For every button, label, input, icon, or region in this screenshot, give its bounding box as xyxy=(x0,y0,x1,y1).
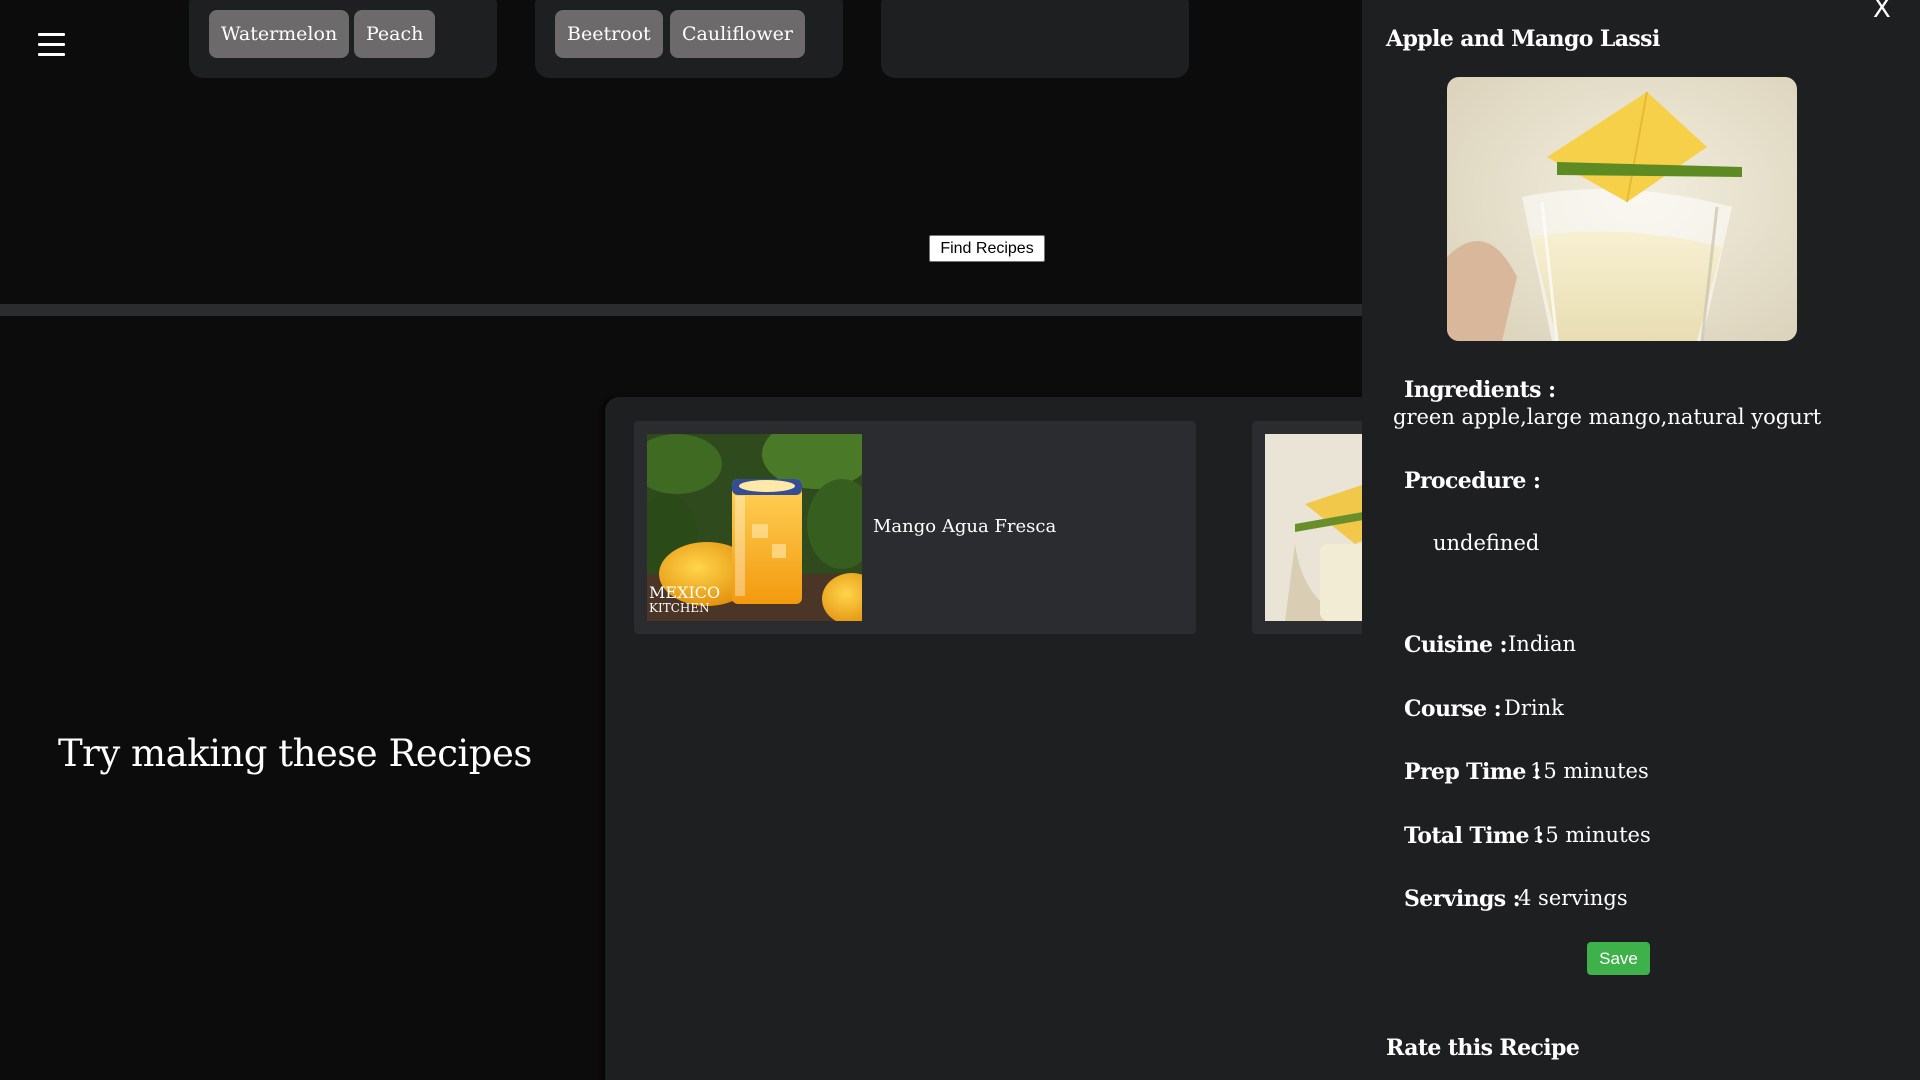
detail-image xyxy=(1447,77,1797,341)
watermark-line-2: KITCHEN xyxy=(649,601,710,615)
page: Watermelon Peach Beetroot Cauliflower Fi… xyxy=(0,0,1920,1080)
ingredients-label: Ingredients : xyxy=(1404,377,1556,403)
ingredient-chip-cauliflower[interactable]: Cauliflower xyxy=(670,10,805,58)
ingredient-category-card: Watermelon Peach xyxy=(189,0,497,78)
course-value: Drink xyxy=(1504,696,1564,720)
cuisine-value: Indian xyxy=(1508,632,1577,656)
recipe-title[interactable]: Mango Agua Fresca xyxy=(873,516,1056,537)
find-recipes-button[interactable]: Find Recipes xyxy=(929,235,1045,262)
ingredient-chip-beetroot[interactable]: Beetroot xyxy=(555,10,663,58)
cuisine-label: Cuisine : xyxy=(1404,632,1508,658)
rate-recipe-heading: Rate this Recipe xyxy=(1386,1035,1580,1061)
procedure-label: Procedure : xyxy=(1404,468,1541,494)
course-label: Course : xyxy=(1404,696,1502,722)
ingredient-chip-peach[interactable]: Peach xyxy=(354,10,436,58)
recipe-card[interactable]: MEXICO KITCHEN Mango Agua Fresca xyxy=(634,421,1196,634)
total-time-value: 15 minutes xyxy=(1532,823,1651,847)
ingredient-category-card xyxy=(881,0,1189,78)
detail-title: Apple and Mango Lassi xyxy=(1386,26,1660,52)
procedure-value: undefined xyxy=(1433,531,1540,555)
ingredient-chip-watermelon[interactable]: Watermelon xyxy=(209,10,350,58)
ingredients-value: green apple,large mango,natural yogurt xyxy=(1393,405,1822,429)
servings-value: 4 servings xyxy=(1518,886,1628,910)
recipe-image: MEXICO KITCHEN xyxy=(647,434,862,621)
close-icon[interactable]: X xyxy=(1873,0,1891,24)
ingredient-category-card: Beetroot Cauliflower xyxy=(535,0,843,78)
servings-label: Servings : xyxy=(1404,886,1521,912)
section-divider xyxy=(0,304,1362,316)
total-time-label: Total Time : xyxy=(1404,823,1544,849)
hamburger-menu-icon[interactable] xyxy=(38,33,65,57)
prep-time-value: 15 minutes xyxy=(1530,759,1649,783)
watermark-line-1: MEXICO xyxy=(649,583,720,602)
save-button[interactable]: Save xyxy=(1587,942,1650,975)
section-heading: Try making these Recipes xyxy=(58,732,532,775)
prep-time-label: Prep Time : xyxy=(1404,759,1541,785)
